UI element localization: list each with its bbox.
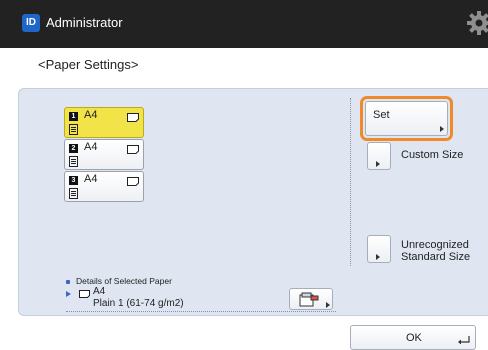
panel-divider: [350, 98, 351, 266]
ok-button-label: OK: [406, 332, 422, 344]
arrow-right-icon: [326, 302, 330, 308]
paper-orientation-icon: [127, 177, 139, 186]
paper-type-icon: [69, 156, 78, 167]
paper-source-1-button[interactable]: 1 A4: [64, 107, 144, 138]
unrecognized-standard-size-button[interactable]: [367, 235, 391, 263]
paper-source-number: 2: [69, 144, 78, 153]
top-bar: ID Administrator: [0, 0, 488, 48]
arrow-right-icon: [376, 161, 380, 167]
paper-source-number: 3: [69, 176, 78, 185]
paper-source-size: A4: [84, 109, 98, 121]
page-title: <Paper Settings>: [38, 57, 139, 72]
custom-size-label: Custom Size: [401, 149, 464, 161]
paper-orientation-icon: [79, 290, 90, 298]
details-paper-type: Plain 1 (61-74 g/m2): [93, 298, 184, 309]
paper-source-number: 1: [69, 112, 78, 121]
paper-settings-icon: [299, 292, 319, 307]
ok-button[interactable]: OK: [350, 325, 476, 350]
paper-type-icon: [69, 188, 78, 199]
id-badge-icon: ID: [22, 14, 40, 32]
paper-source-size: A4: [84, 173, 98, 185]
arrow-right-icon: [376, 254, 380, 260]
user-name: Administrator: [46, 15, 123, 30]
custom-size-button[interactable]: [367, 142, 391, 170]
set-button[interactable]: Set: [365, 101, 448, 136]
gear-icon[interactable]: [466, 10, 488, 36]
paper-orientation-icon: [127, 113, 139, 122]
paper-source-2-button[interactable]: 2 A4: [64, 139, 144, 170]
paper-details-edit-button[interactable]: [289, 288, 333, 310]
paper-source-3-button[interactable]: 3 A4: [64, 171, 144, 202]
paper-source-size: A4: [84, 141, 98, 153]
set-button-label: Set: [373, 109, 390, 121]
details-divider: [66, 311, 336, 312]
unrecognized-label-line2: Standard Size: [401, 251, 471, 263]
details-label: Details of Selected Paper: [76, 276, 172, 286]
unrecognized-label-line1: Unrecognized: [401, 239, 469, 251]
arrow-right-icon: [66, 291, 71, 297]
bullet-icon: [66, 280, 70, 284]
return-icon: [458, 336, 470, 344]
details-paper-size: A4: [93, 286, 106, 297]
arrow-right-icon: [440, 126, 444, 132]
paper-type-icon: [69, 124, 78, 135]
paper-orientation-icon: [127, 145, 139, 154]
sub-header: <Paper Settings>: [0, 48, 488, 88]
